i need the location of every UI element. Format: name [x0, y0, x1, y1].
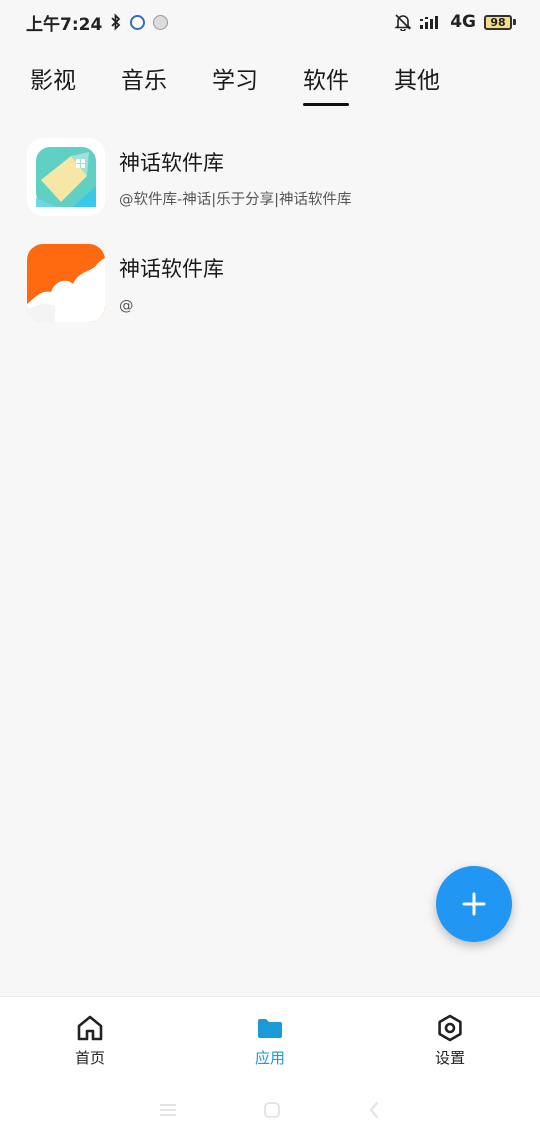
category-tabs: 影视 音乐 学习 软件 其他: [0, 58, 540, 118]
tab-movies[interactable]: 影视: [30, 58, 76, 106]
app-name: 神话软件库: [119, 151, 224, 175]
carrier-icon: [153, 14, 169, 30]
status-bar-right: 4G 98: [394, 12, 516, 32]
home-icon: [77, 1015, 103, 1041]
menu-icon[interactable]: [158, 1102, 178, 1118]
status-time: 上午7:24: [26, 14, 103, 35]
app-text: 神话软件库 @软件库-神话|乐于分享|神话软件库: [119, 138, 352, 244]
mute-bell-icon: [394, 13, 412, 31]
list-item[interactable]: 神话软件库 @: [0, 244, 540, 350]
tab-software[interactable]: 软件: [303, 58, 349, 106]
nav-apps[interactable]: 应用: [180, 997, 360, 1080]
app-text: 神话软件库 @: [119, 244, 224, 350]
app-notification-icon: [130, 14, 146, 30]
system-nav-bar: [0, 1080, 540, 1140]
nav-home[interactable]: 首页: [0, 997, 180, 1080]
app-icon: [27, 138, 105, 216]
battery-tip: [513, 19, 516, 25]
settings-icon: [438, 1014, 462, 1042]
network-type: 4G: [450, 12, 476, 32]
app-description: @: [119, 298, 134, 314]
plus-icon: [462, 892, 486, 916]
battery-level: 98: [484, 14, 512, 30]
app-description: @软件库-神话|乐于分享|神话软件库: [119, 192, 352, 208]
status-bar: 上午7:24 4G 98: [0, 0, 540, 44]
battery-icon: 98: [484, 14, 516, 30]
app-screen: 上午7:24 4G 98 影视 音乐 学习 软件 其他 神话软件库 @软件库-神…: [0, 0, 540, 1140]
status-bar-left: 上午7:24: [26, 10, 169, 35]
tab-other[interactable]: 其他: [394, 58, 440, 106]
bottom-nav: 首页 应用 设置: [0, 996, 540, 1080]
app-icon: [27, 244, 105, 322]
nav-settings[interactable]: 设置: [360, 997, 540, 1080]
nav-apps-label: 应用: [254, 1049, 285, 1067]
tab-music[interactable]: 音乐: [121, 58, 167, 106]
nav-settings-label: 设置: [434, 1049, 465, 1067]
home-square-icon[interactable]: [262, 1100, 282, 1120]
add-button[interactable]: [436, 866, 512, 942]
bluetooth-icon: [110, 13, 122, 31]
folder-icon: [258, 1019, 282, 1038]
list-item[interactable]: 神话软件库 @软件库-神话|乐于分享|神话软件库: [0, 138, 540, 244]
nav-home-label: 首页: [74, 1049, 105, 1067]
app-list: 神话软件库 @软件库-神话|乐于分享|神话软件库 神话软件库 @: [0, 138, 540, 350]
back-icon[interactable]: [366, 1100, 382, 1120]
app-name: 神话软件库: [119, 257, 224, 281]
tab-learning[interactable]: 学习: [212, 58, 258, 106]
signal-icon: [420, 14, 442, 30]
